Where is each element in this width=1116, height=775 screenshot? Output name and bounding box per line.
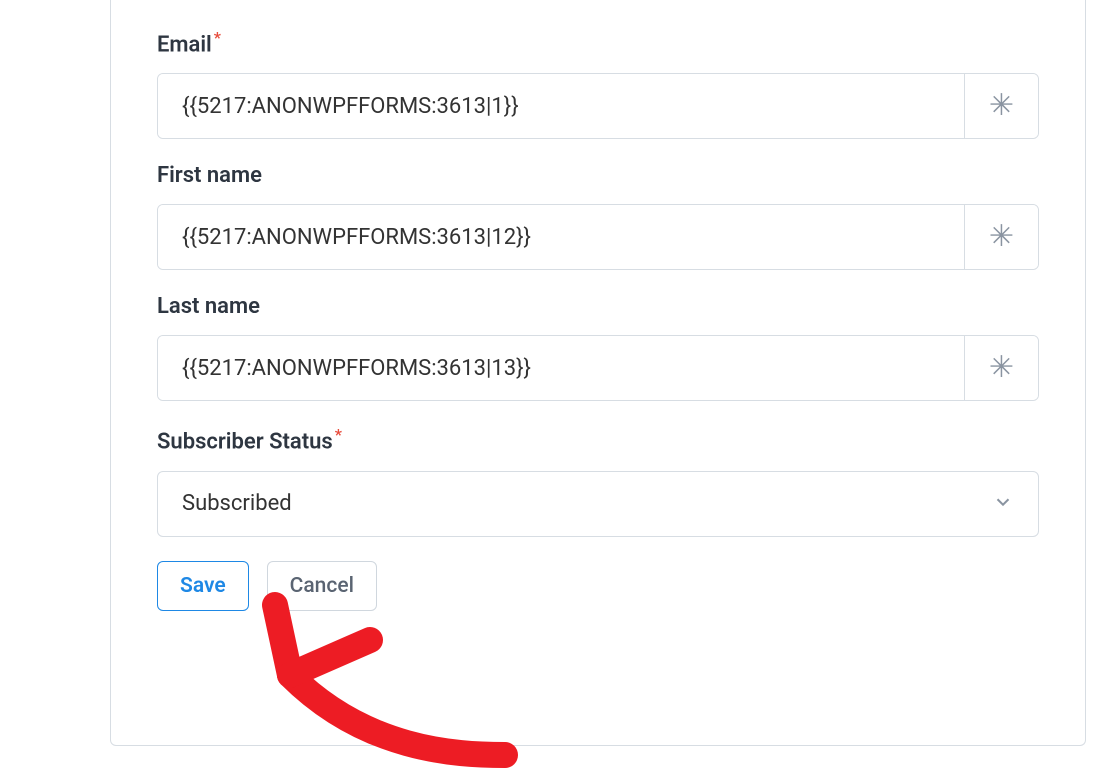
- email-input[interactable]: [158, 74, 964, 138]
- asterisk-icon: ✳: [989, 353, 1014, 383]
- button-row: Save Cancel: [157, 561, 1039, 611]
- first-name-field-group: First name ✳: [157, 163, 1039, 270]
- subscriber-status-label: Subscriber Status*: [157, 425, 1039, 454]
- cancel-button[interactable]: Cancel: [267, 561, 377, 611]
- last-name-label: Last name: [157, 294, 1039, 319]
- last-name-field-group: Last name ✳: [157, 294, 1039, 401]
- last-name-input[interactable]: [158, 336, 964, 400]
- subscriber-status-value: Subscribed: [182, 491, 292, 516]
- email-input-wrapper: ✳: [157, 73, 1039, 139]
- last-name-field-picker-button[interactable]: ✳: [964, 336, 1038, 400]
- first-name-input[interactable]: [158, 205, 964, 269]
- save-button[interactable]: Save: [157, 561, 249, 611]
- email-label-text: Email: [157, 32, 212, 57]
- subscriber-status-label-text: Subscriber Status: [157, 430, 333, 455]
- first-name-input-wrapper: ✳: [157, 204, 1039, 270]
- subscriber-status-field-group: Subscriber Status* Subscribed: [157, 425, 1039, 536]
- asterisk-icon: ✳: [989, 91, 1014, 121]
- last-name-label-text: Last name: [157, 294, 260, 319]
- email-field-group: Email* ✳: [157, 28, 1039, 139]
- form-panel: Email* ✳ First name ✳ Last name ✳: [110, 0, 1086, 746]
- last-name-input-wrapper: ✳: [157, 335, 1039, 401]
- asterisk-icon: ✳: [989, 222, 1014, 252]
- email-label: Email*: [157, 28, 1039, 57]
- required-mark: *: [214, 28, 221, 47]
- chevron-down-icon: [992, 491, 1014, 517]
- email-field-picker-button[interactable]: ✳: [964, 74, 1038, 138]
- required-mark: *: [335, 425, 342, 444]
- first-name-label-text: First name: [157, 163, 262, 188]
- first-name-label: First name: [157, 163, 1039, 188]
- subscriber-status-select[interactable]: Subscribed: [157, 471, 1039, 537]
- first-name-field-picker-button[interactable]: ✳: [964, 205, 1038, 269]
